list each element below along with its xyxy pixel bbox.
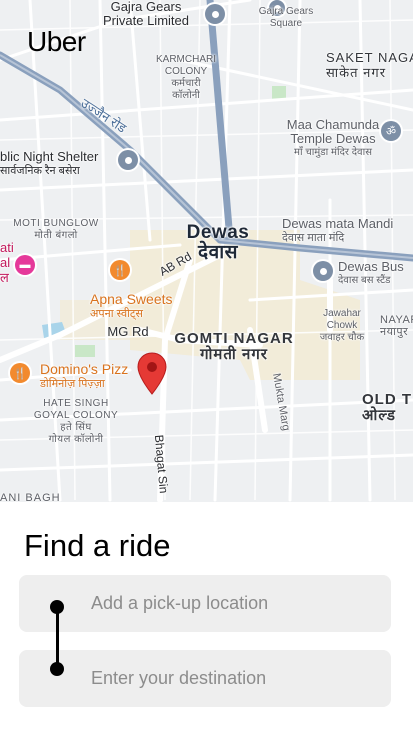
map-label: Dewas देवास	[187, 223, 250, 263]
map-label-line: Jawahar	[323, 308, 361, 319]
map-label-line: GOYAL COLONY	[33, 410, 119, 421]
dominos-restaurant-icon[interactable]: 🍴	[10, 363, 30, 383]
map-label-line: Square	[269, 18, 303, 29]
map-label: NAYAPURनयापुर	[380, 314, 413, 338]
map-label-line: साकेत नगर	[326, 65, 387, 80]
map-label-line: देवास माता मंदि	[282, 232, 345, 244]
map-label-line: Domino's Pizz	[40, 361, 129, 377]
map-label-line: जवाहर चौक	[319, 332, 365, 343]
bus-stand-poi-icon[interactable]	[313, 261, 333, 281]
map-label-line: Chowk	[326, 320, 358, 331]
map-label-line: Temple Dewas	[290, 131, 376, 146]
map-label: blic Night Shelter सार्वजनिक रैन बसेरा	[0, 149, 98, 179]
map-label: GOMTI NAGAR गोमती नगर	[174, 331, 293, 363]
map-label-line: NAYAPUR	[380, 314, 413, 326]
map-label: HATE SINGH GOYAL COLONY हते सिंघ गोयल कॉलो…	[34, 398, 118, 446]
temple-om-icon[interactable]: ॐ	[381, 121, 401, 141]
map-label-line: Apna Sweets	[90, 291, 173, 307]
map-label-line: COLONY	[164, 66, 208, 77]
map-label: Maa Chamunda Temple Dewas माँ चामुंडा मंद…	[287, 118, 380, 160]
map-label: Jawahar Chowk जवाहर चौक	[320, 308, 364, 344]
map-label-line: Maa Chamunda	[286, 117, 380, 132]
destination-input[interactable]	[19, 650, 391, 707]
map-label-line: blic Night Shelter	[0, 149, 99, 164]
map-view[interactable]: ॐ 🍴 🍴 ▬ Gajra Gears Private Limited Gajra…	[0, 0, 413, 502]
route-connector	[50, 600, 64, 676]
map-label-line: Dewas	[186, 222, 250, 243]
map-label-line: देवास	[198, 242, 238, 263]
map-label-line: al	[0, 255, 11, 270]
map-label-line: KARMCHARI	[155, 54, 217, 65]
map-label: SAKET NAGA साकेत नगर	[326, 50, 413, 80]
map-label: Dewas mata Mandi देवास माता मंदि	[282, 216, 393, 246]
map-label-line: Dewas mata Mandi	[282, 216, 394, 231]
map-label: Domino's Pizz डोमिनोज़ पिज़्ज़ा	[40, 362, 128, 392]
map-label-line: Private Limited	[103, 13, 189, 28]
map-label-line: हते सिंघ	[60, 422, 92, 433]
map-label-line: कर्मचारी	[171, 78, 201, 89]
destination-dot-icon	[50, 662, 64, 676]
map-label-line: MOTI BUNGLOW	[13, 218, 99, 229]
ride-request-sheet: Find a ride	[0, 502, 413, 736]
map-label-line: मोती बंगलो	[34, 230, 78, 241]
map-label: Dewas Bus देवास बस स्टैंड	[338, 260, 404, 288]
map-label-line: माँ चामुंडा मंदिर देवास	[294, 147, 372, 158]
map-label-line: Gajra Gears	[258, 6, 314, 17]
map-label-line: कॉलोनी	[172, 90, 200, 101]
location-pin-icon[interactable]	[137, 352, 167, 396]
map-label-line: SAKET NAGA	[326, 50, 413, 65]
map-label-line: नयापुर	[380, 326, 409, 338]
restaurant-icon[interactable]: 🍴	[110, 260, 130, 280]
pickup-dot-icon	[50, 600, 64, 614]
map-label: Apna Sweets अपना स्वीट्स	[90, 292, 173, 322]
map-label-line: ओल्ड	[362, 407, 396, 424]
map-label: Gajra Gears Private Limited	[103, 0, 189, 28]
find-ride-title: Find a ride	[24, 528, 171, 563]
map-label: MOTI BUNGLOW मोती बंगलो	[13, 218, 98, 242]
map-label-line: गोयल कॉलोनी	[48, 434, 104, 445]
map-label-line: अपना स्वीट्स	[90, 308, 143, 320]
map-label: Gajra Gears Square	[259, 6, 313, 30]
map-label-line: गोमती नगर	[200, 346, 268, 363]
map-label-line: डोमिनोज़ पिज़्ज़ा	[40, 378, 105, 390]
map-label-line: ati	[0, 240, 14, 255]
route-line	[55, 607, 59, 669]
gajra-gears-pvt-poi-icon[interactable]	[205, 4, 225, 24]
map-label: ANI BAGH	[0, 492, 61, 502]
map-label-line: Dewas Bus	[338, 259, 404, 274]
night-shelter-poi-icon[interactable]	[118, 150, 138, 170]
map-label-line: HATE SINGH	[43, 398, 109, 409]
map-label-line: Gajra Gears	[110, 0, 182, 14]
map-label-line: OLD T	[362, 391, 412, 408]
map-label-line: सार्वजनिक रैन बसेरा	[0, 165, 80, 177]
uber-logo: Uber	[27, 26, 86, 57]
map-label: MG Rd	[107, 324, 149, 339]
map-label-line: देवास बस स्टैंड	[338, 275, 391, 286]
map-label: ati al ल	[0, 240, 14, 285]
map-label-line: ल	[0, 270, 9, 285]
map-label: KARMCHARI COLONY कर्मचारी कॉलोनी	[156, 54, 216, 102]
map-label: OLD T ओल्ड	[362, 392, 412, 424]
map-label-line: GOMTI NAGAR	[174, 330, 294, 347]
hotel-icon[interactable]: ▬	[15, 255, 35, 275]
pickup-location-input[interactable]	[19, 575, 391, 632]
